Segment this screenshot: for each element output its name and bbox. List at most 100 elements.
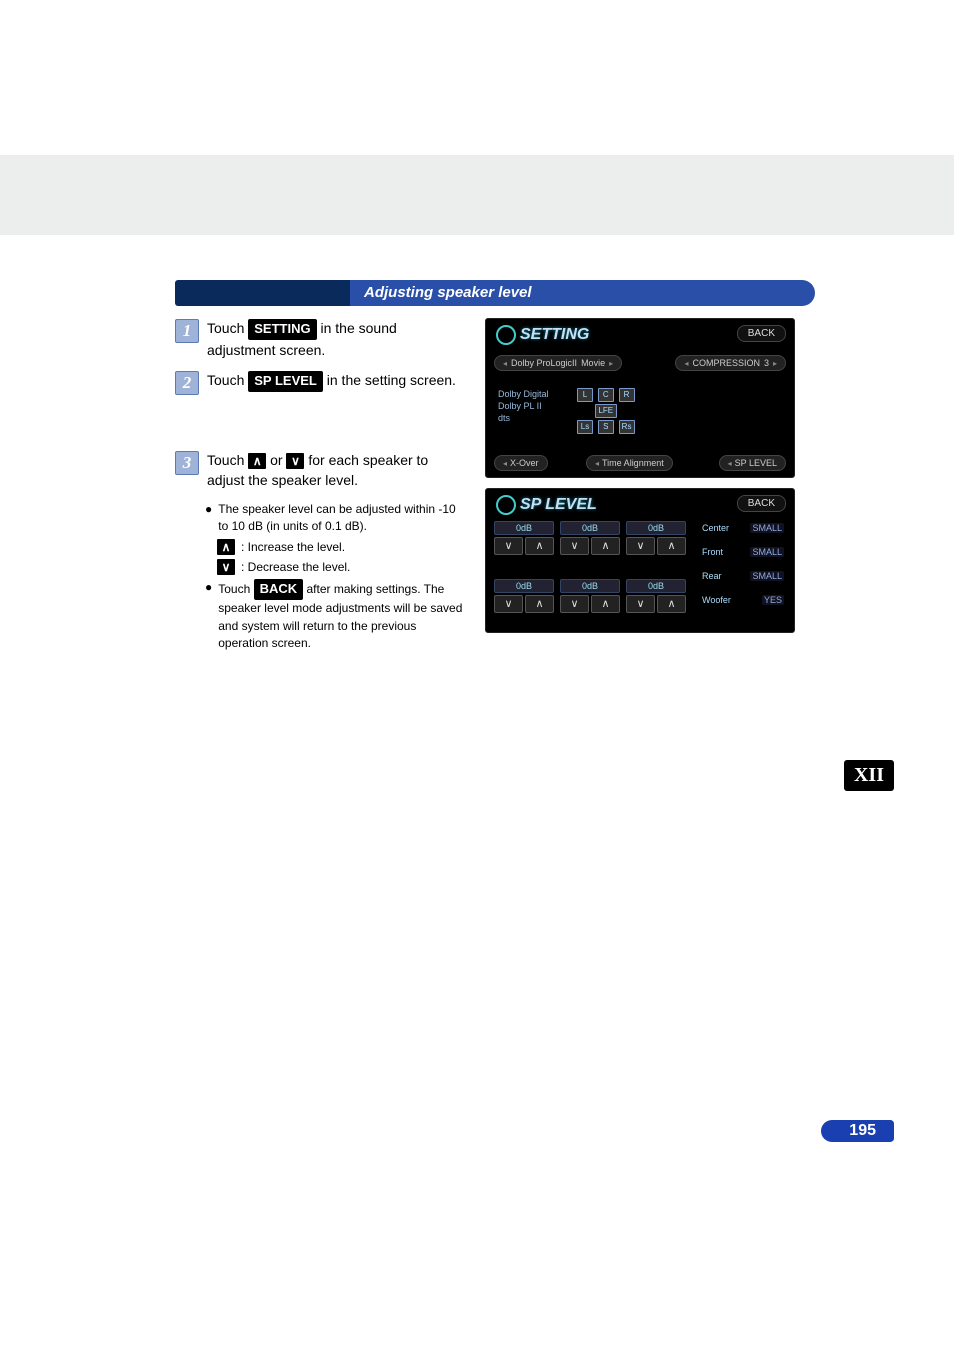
time-alignment-label: Time Alignment [602, 458, 664, 468]
level-down-button[interactable]: ∨ [494, 537, 523, 555]
chevron-left-icon: ◂ [684, 359, 688, 368]
page-number: 195 [821, 1120, 894, 1142]
level-down-button[interactable]: ∨ [626, 537, 655, 555]
step-3-pre: Touch [207, 452, 248, 468]
dolby-plii-label: Dolby PL II [498, 401, 542, 411]
bullet-down: ∨ : Decrease the level. [217, 559, 465, 576]
xover-button[interactable]: ◂ X-Over [494, 455, 548, 471]
splevel-button[interactable]: ◂ SP LEVEL [719, 455, 786, 471]
level-up-button[interactable]: ∧ [591, 595, 620, 613]
step-2-number: 2 [175, 371, 199, 395]
bullet-2-text: Touch BACK after making settings. The sp… [218, 579, 465, 652]
left-column: 1 Touch SETTING in the sound adjustment … [175, 318, 465, 655]
rear-val: SMALL [750, 571, 784, 581]
setting-screen-title: SETTING [496, 325, 589, 345]
section-bar-lead [175, 280, 350, 306]
compression-selector[interactable]: ◂ COMPRESSION 3 ▸ [675, 355, 786, 371]
compression-value: 3 [764, 358, 769, 368]
bullet-2-pre: Touch [218, 582, 253, 596]
bullet-1-text: The speaker level can be adjusted within… [218, 501, 465, 536]
front-val: SMALL [750, 547, 784, 557]
bullet-dot-icon: ● [205, 579, 212, 652]
channel-diagram: L C R LFE Ls S Rs [576, 387, 636, 435]
setting-pill: SETTING [248, 319, 316, 340]
channel-Ls: Ls [577, 420, 593, 434]
section-title-bar: Adjusting speaker level [175, 280, 815, 306]
level-up-button[interactable]: ∧ [525, 595, 554, 613]
step-3-text: Touch ∧ or ∨ for each speaker to adjust … [207, 450, 465, 491]
level-down-button[interactable]: ∨ [626, 595, 655, 613]
down-arrow-icon: ∨ [286, 453, 304, 469]
bullet-down-text: : Decrease the level. [241, 559, 350, 576]
level-down-button[interactable]: ∨ [560, 595, 589, 613]
splevel-back-button[interactable]: BACK [737, 495, 786, 512]
level-value: 0dB [560, 521, 620, 535]
level-slider-6: 0dB ∨ ∧ [626, 579, 686, 613]
splevel-screen: SP LEVEL BACK 0dB ∨ ∧ 0dB ∨ [485, 488, 795, 633]
woofer-key: Woofer [702, 595, 731, 605]
center-val: SMALL [750, 523, 784, 533]
chevron-right-icon: ▸ [773, 359, 777, 368]
chevron-left-icon: ◂ [728, 459, 732, 468]
chapter-tab: XII [844, 760, 894, 791]
right-column: SETTING BACK ◂ Dolby ProLogicII Movie ▸ … [485, 318, 795, 655]
chevron-left-icon: ◂ [503, 459, 507, 468]
channel-C: C [598, 388, 614, 402]
header-band [0, 155, 954, 235]
splevel-pill: SP LEVEL [248, 371, 323, 392]
bullet-list: ● The speaker level can be adjusted with… [205, 501, 465, 653]
center-key: Center [702, 523, 729, 533]
step-2-pre: Touch [207, 372, 248, 388]
level-down-button[interactable]: ∨ [494, 595, 523, 613]
sound-ring-icon [496, 495, 516, 515]
level-up-button[interactable]: ∧ [591, 537, 620, 555]
level-value: 0dB [494, 579, 554, 593]
step-3-mid: or [266, 452, 286, 468]
level-value: 0dB [494, 521, 554, 535]
level-down-button[interactable]: ∨ [560, 537, 589, 555]
dolby-digital-label: Dolby Digital [498, 389, 549, 399]
step-1: 1 Touch SETTING in the sound adjustment … [175, 318, 465, 360]
level-value: 0dB [626, 579, 686, 593]
woofer-val: YES [762, 595, 784, 605]
step-1-number: 1 [175, 319, 199, 343]
setting-title-text: SETTING [520, 326, 589, 344]
channel-R: R [619, 388, 635, 402]
level-slider-2: 0dB ∨ ∧ [560, 521, 620, 555]
sound-ring-icon [496, 325, 516, 345]
level-up-button[interactable]: ∧ [657, 537, 686, 555]
rear-setting: RearSMALL [702, 571, 784, 581]
channel-LFE: LFE [595, 404, 617, 418]
splevel-label: SP LEVEL [735, 458, 777, 468]
setting-back-button[interactable]: BACK [737, 325, 786, 342]
bullet-up-text: : Increase the level. [241, 539, 345, 556]
time-alignment-button[interactable]: ◂ Time Alignment [586, 455, 673, 471]
channel-row-mid: LFE [576, 403, 636, 419]
dolby-prologic-selector[interactable]: ◂ Dolby ProLogicII Movie ▸ [494, 355, 622, 371]
chevron-left-icon: ◂ [503, 359, 507, 368]
step-3-number: 3 [175, 451, 199, 475]
up-arrow-icon: ∧ [248, 453, 266, 469]
dolby-prologic-value: Movie [581, 358, 605, 368]
channel-row-top: L C R [576, 387, 636, 403]
woofer-setting: Woofer YES [702, 595, 784, 605]
back-pill: BACK [254, 579, 304, 600]
dts-label: dts [498, 413, 510, 423]
bullet-1: ● The speaker level can be adjusted with… [205, 501, 465, 536]
section-title: Adjusting speaker level [350, 280, 815, 306]
compression-label: COMPRESSION [692, 358, 760, 368]
down-arrow-icon: ∨ [217, 559, 235, 575]
step-2-text: Touch SP LEVEL in the setting screen. [207, 370, 465, 392]
splevel-title-text: SP LEVEL [520, 496, 597, 514]
bullet-2: ● Touch BACK after making settings. The … [205, 579, 465, 652]
level-up-button[interactable]: ∧ [657, 595, 686, 613]
front-key: Front [702, 547, 723, 557]
up-arrow-icon: ∧ [217, 539, 235, 555]
front-setting: Front SMALL [702, 547, 784, 557]
level-up-button[interactable]: ∧ [525, 537, 554, 555]
xover-label: X-Over [510, 458, 539, 468]
step-1-text: Touch SETTING in the sound adjustment sc… [207, 318, 465, 360]
content-area: Adjusting speaker level 1 Touch SETTING … [175, 280, 815, 655]
two-column-layout: 1 Touch SETTING in the sound adjustment … [175, 318, 815, 655]
chevron-right-icon: ▸ [609, 359, 613, 368]
